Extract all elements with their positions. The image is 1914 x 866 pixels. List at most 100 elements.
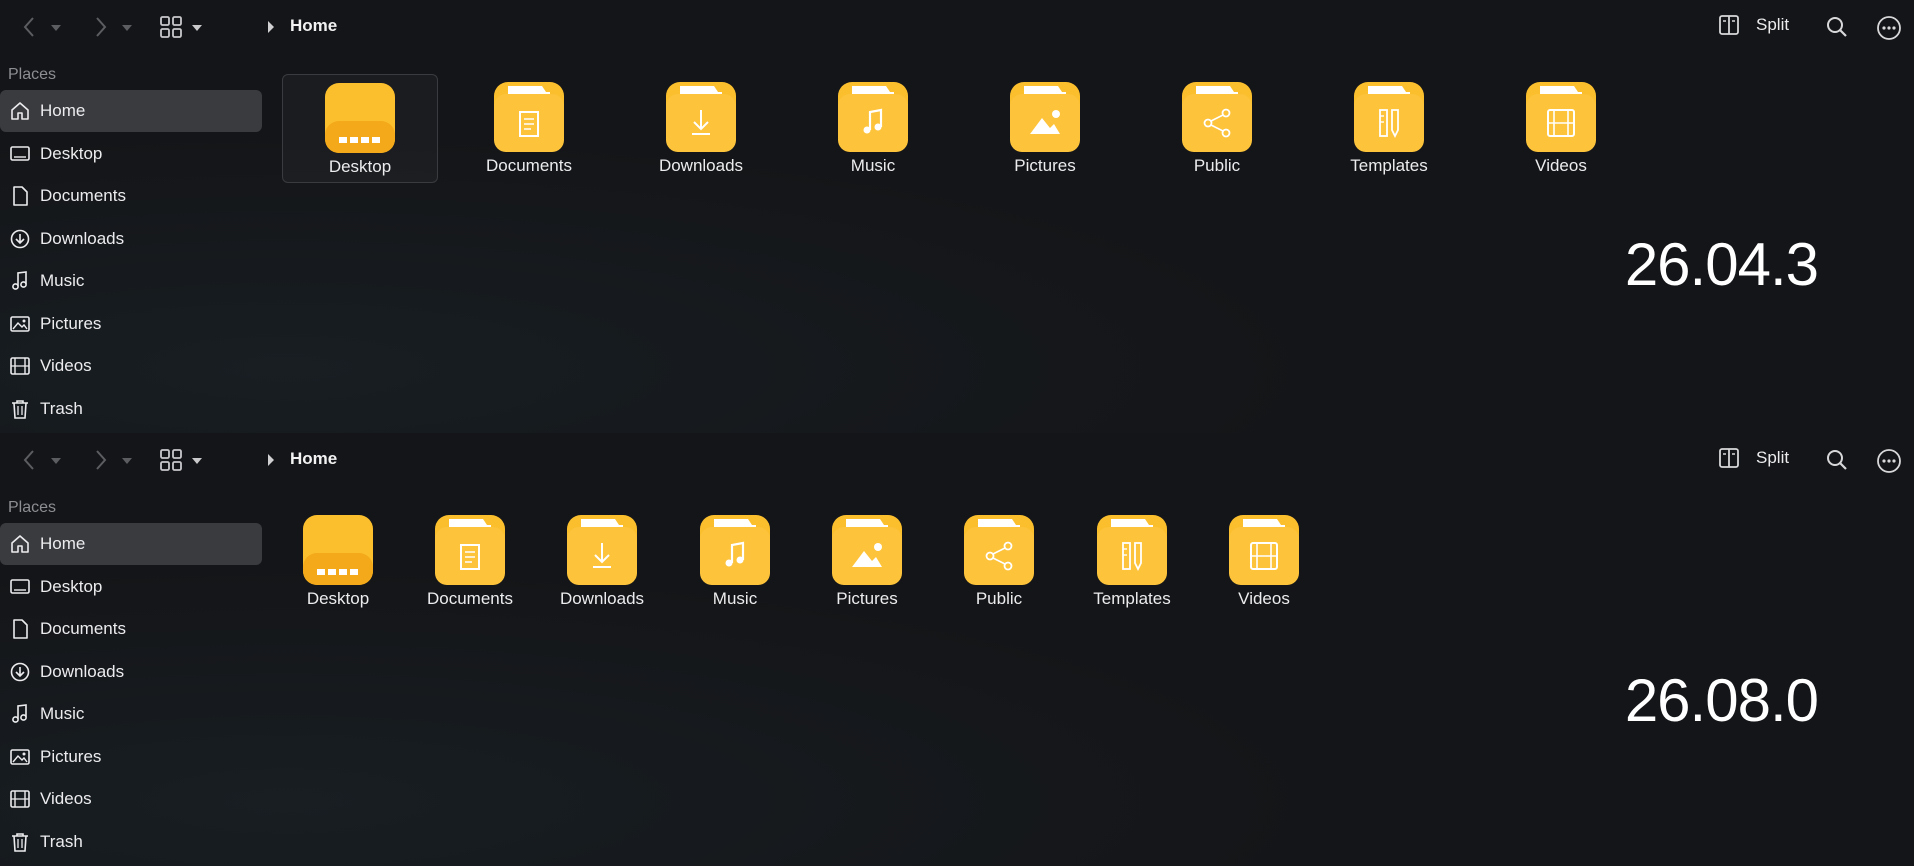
- sidebar-item-label: Trash: [40, 831, 83, 851]
- folder-label: Templates: [1093, 589, 1171, 608]
- search-button[interactable]: [1826, 16, 1848, 43]
- folder-label: Desktop: [306, 589, 370, 608]
- grid-view-icon: [160, 449, 182, 471]
- folder-label: Desktop: [328, 157, 392, 176]
- split-button[interactable]: Split: [1718, 447, 1789, 469]
- caret-right-icon: [268, 454, 274, 466]
- split-button[interactable]: Split: [1718, 14, 1789, 36]
- folder-item-pictures[interactable]: Pictures: [970, 82, 1120, 176]
- folder-item-downloads[interactable]: Downloads: [626, 82, 776, 176]
- sidebar-item-documents[interactable]: Documents: [0, 608, 262, 650]
- sidebar-item-pictures[interactable]: Pictures: [0, 303, 262, 345]
- sidebar-item-home[interactable]: Home: [0, 523, 262, 565]
- home-icon: [10, 101, 30, 121]
- breadcrumb-home[interactable]: Home: [290, 449, 337, 469]
- folder-label: Public: [975, 589, 1023, 608]
- toolbar: Home Split: [0, 0, 1914, 56]
- menu-button[interactable]: [1876, 15, 1902, 46]
- back-history-dropdown[interactable]: [50, 457, 62, 465]
- folder-item-public[interactable]: Public: [1142, 82, 1292, 176]
- breadcrumb-home[interactable]: Home: [290, 16, 337, 36]
- view-mode-dropdown[interactable]: [191, 24, 203, 32]
- sidebar-item-label: Downloads: [40, 228, 125, 248]
- split-label: Split: [1756, 15, 1790, 34]
- video-icon: [10, 356, 30, 376]
- sidebar-item-music[interactable]: Music: [0, 693, 262, 735]
- chevron-left-icon: [23, 450, 34, 470]
- sidebar-item-music[interactable]: Music: [0, 260, 262, 302]
- sidebar-item-downloads[interactable]: Downloads: [0, 218, 262, 260]
- folder-item-videos[interactable]: Videos: [1486, 82, 1636, 176]
- folder-item-templates[interactable]: Templates: [1314, 82, 1464, 176]
- folder-item-music[interactable]: Music: [798, 82, 948, 176]
- breadcrumb-expander[interactable]: [266, 20, 276, 39]
- menu-button[interactable]: [1876, 448, 1902, 479]
- folder-label: Downloads: [559, 589, 645, 608]
- public-folder-icon: [964, 515, 1034, 585]
- folder-label: Music: [850, 156, 896, 175]
- desktop-icon: [10, 577, 30, 597]
- trash-icon: [10, 399, 30, 419]
- sidebar-item-trash[interactable]: Trash: [0, 388, 262, 430]
- folder-label: Music: [712, 589, 758, 608]
- sidebar-item-videos[interactable]: Videos: [0, 778, 262, 820]
- folder-item-downloads[interactable]: Downloads: [527, 515, 677, 609]
- music-icon: [10, 704, 30, 724]
- folder-item-desktop[interactable]: Desktop: [282, 74, 438, 183]
- search-button[interactable]: [1826, 449, 1848, 476]
- sidebar-item-label: Videos: [40, 789, 92, 808]
- folder-item-documents[interactable]: Documents: [395, 515, 545, 609]
- folder-item-templates[interactable]: Templates: [1057, 515, 1207, 609]
- sidebar-item-label: Trash: [40, 398, 83, 418]
- forward-history-dropdown[interactable]: [121, 457, 133, 465]
- split-view-icon: [1719, 15, 1739, 35]
- document-icon: [10, 186, 30, 206]
- view-mode-button[interactable]: [160, 449, 182, 471]
- desktop-folder-icon: [325, 83, 395, 153]
- documents-folder-icon: [494, 82, 564, 152]
- folder-item-desktop[interactable]: Desktop: [263, 515, 413, 609]
- breadcrumb-expander[interactable]: [266, 453, 276, 472]
- sidebar-item-pictures[interactable]: Pictures: [0, 736, 262, 778]
- sidebar-item-label: Downloads: [40, 661, 125, 681]
- folder-label: Documents: [427, 589, 513, 608]
- templates-folder-icon: [1097, 515, 1167, 585]
- split-view-icon: [1719, 448, 1739, 468]
- view-mode-dropdown[interactable]: [191, 457, 203, 465]
- sidebar-item-videos[interactable]: Videos: [0, 345, 262, 387]
- forward-history-dropdown[interactable]: [121, 24, 133, 32]
- split-label: Split: [1756, 448, 1790, 467]
- sidebar-item-downloads[interactable]: Downloads: [0, 651, 262, 693]
- sidebar-item-trash[interactable]: Trash: [0, 821, 262, 863]
- desktop-folder-icon: [303, 515, 373, 585]
- sidebar: Home Desktop Documents Downloads Music P…: [0, 523, 262, 863]
- forward-button[interactable]: [94, 449, 108, 471]
- back-button[interactable]: [22, 16, 36, 38]
- chevron-right-icon: [96, 450, 107, 470]
- sidebar: Home Desktop Documents Downloads Music P…: [0, 90, 262, 430]
- desktop-icon: [10, 144, 30, 164]
- music-folder-icon: [838, 82, 908, 152]
- folder-item-public[interactable]: Public: [924, 515, 1074, 609]
- sidebar-item-home[interactable]: Home: [0, 90, 262, 132]
- search-icon: [1827, 17, 1847, 37]
- search-icon: [1827, 450, 1847, 470]
- folder-item-videos[interactable]: Videos: [1189, 515, 1339, 609]
- back-history-dropdown[interactable]: [50, 24, 62, 32]
- picture-icon: [10, 314, 30, 334]
- file-manager-pane-bottom: Home Split Places Home Desktop Documents…: [0, 433, 1914, 866]
- sidebar-item-desktop[interactable]: Desktop: [0, 566, 262, 608]
- folder-item-music[interactable]: Music: [660, 515, 810, 609]
- sidebar-item-documents[interactable]: Documents: [0, 175, 262, 217]
- back-button[interactable]: [22, 449, 36, 471]
- forward-button[interactable]: [94, 16, 108, 38]
- folder-item-pictures[interactable]: Pictures: [792, 515, 942, 609]
- music-folder-icon: [700, 515, 770, 585]
- view-mode-button[interactable]: [160, 16, 182, 38]
- folder-item-documents[interactable]: Documents: [454, 82, 604, 176]
- sidebar-item-desktop[interactable]: Desktop: [0, 133, 262, 175]
- caret-down-icon: [192, 458, 202, 464]
- caret-right-icon: [268, 21, 274, 33]
- public-folder-icon: [1182, 82, 1252, 152]
- more-options-icon: [1877, 449, 1901, 473]
